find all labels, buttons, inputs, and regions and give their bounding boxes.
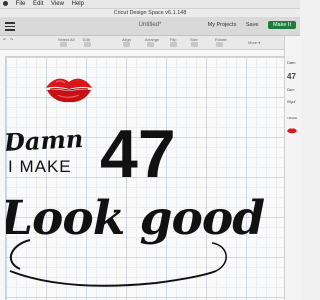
header-actions: My Projects Save Make It: [200, 21, 296, 29]
make-it-button[interactable]: Make It: [267, 21, 296, 29]
horizontal-ruler: [0, 50, 284, 57]
size-field[interactable]: [191, 42, 198, 47]
layer-item[interactable]: Rfguf: [287, 100, 300, 104]
window-title: Cricut Design Space v6.1.148: [0, 9, 300, 17]
select-all-checkbox[interactable]: [60, 42, 67, 47]
save-button[interactable]: Save: [246, 22, 259, 28]
apple-icon[interactable]: [3, 1, 8, 6]
layer-item[interactable]: 47: [287, 72, 300, 81]
edit-tool[interactable]: [84, 42, 91, 47]
system-menu-bar: File Edit View Help: [0, 0, 300, 9]
more-dropdown[interactable]: More ▾: [248, 40, 260, 45]
my-projects-link[interactable]: My Projects: [208, 22, 237, 28]
menu-view[interactable]: View: [51, 1, 64, 7]
lips-layer-thumbnail[interactable]: [287, 128, 297, 134]
layer-item[interactable]: Dam: [287, 60, 300, 65]
decorative-swash: [8, 138, 227, 287]
layer-item[interactable]: I MAKE: [287, 116, 300, 120]
app-header: Untitled* My Projects Save Make It: [0, 17, 300, 36]
redo-icon[interactable]: ↷: [10, 37, 13, 42]
menu-edit[interactable]: Edit: [33, 1, 43, 7]
layers-panel: Dam 47 Dam Rfguf I MAKE: [284, 36, 301, 300]
align-tool[interactable]: [123, 42, 130, 47]
undo-icon[interactable]: ↶: [3, 37, 6, 42]
hamburger-menu-icon[interactable]: [5, 22, 15, 31]
edit-toolbar: ↶ ↷ Select All Edit Align Arrange Flip S…: [0, 36, 300, 50]
design-canvas[interactable]: Damn I MAKE 47 Look good: [6, 57, 284, 300]
rotate-field[interactable]: [216, 42, 223, 47]
flip-tool[interactable]: [170, 42, 177, 47]
arrange-tool[interactable]: [147, 42, 154, 47]
menu-help[interactable]: Help: [72, 1, 84, 7]
menu-file[interactable]: File: [16, 1, 26, 7]
layer-item[interactable]: Dam: [287, 88, 300, 92]
